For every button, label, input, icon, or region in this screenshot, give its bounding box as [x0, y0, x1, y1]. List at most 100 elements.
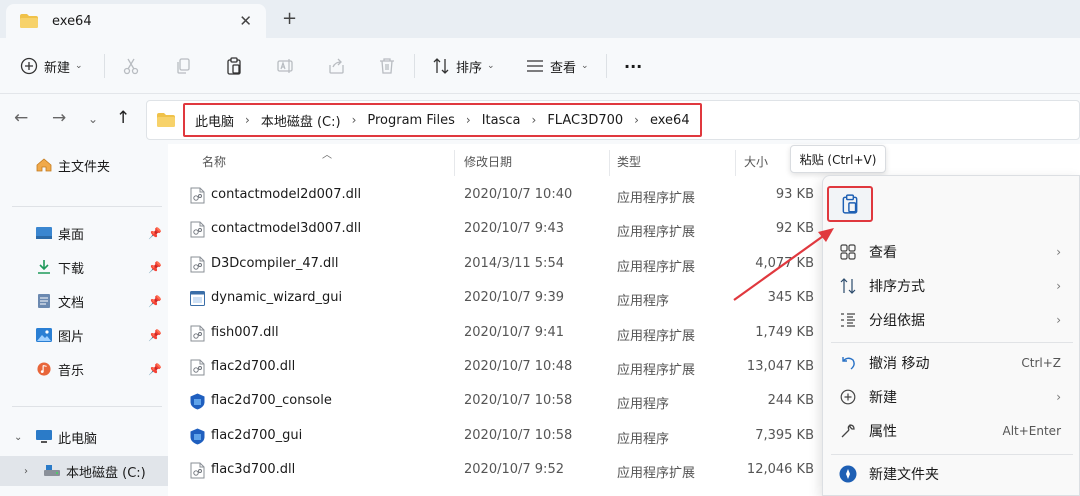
column-header-name[interactable]: 名称: [202, 144, 226, 178]
menu-item-sort-by[interactable]: 排序方式 ›: [823, 269, 1080, 303]
cut-button[interactable]: [122, 52, 140, 80]
command-bar: 新建 ⌄ 排序 ⌄ 查看 ⌄ ···: [0, 38, 1080, 94]
pin-icon: 📌: [148, 328, 162, 342]
file-name: D3Dcompiler_47.dll: [211, 255, 339, 271]
file-name: fish007.dll: [211, 324, 279, 340]
sort-label: 排序: [456, 60, 483, 76]
paste-icon: [227, 57, 241, 75]
paste-button[interactable]: [827, 186, 873, 222]
menu-item-view[interactable]: 查看 ›: [823, 235, 1080, 269]
file-type: 应用程序扩展: [617, 225, 696, 241]
rename-button[interactable]: [277, 52, 295, 80]
chevron-right-icon: ›: [465, 113, 471, 127]
dll-icon: [190, 462, 205, 479]
view-label: 查看: [550, 60, 577, 76]
menu-item-undo-move[interactable]: 撤消 移动 Ctrl+Z: [823, 346, 1080, 380]
sidebar-item-music[interactable]: 音乐 📌: [0, 354, 168, 384]
chevron-down-icon: ⌄: [487, 61, 495, 71]
file-type: 应用程序扩展: [617, 259, 696, 275]
address-row: ← → ⌄ ↑ 此电脑 › 本地磁盘 (C:) › Program Files …: [0, 94, 1080, 144]
tab-bar: exe64 ✕ +: [0, 0, 1080, 38]
recent-chevron-icon[interactable]: ⌄: [88, 112, 98, 126]
breadcrumb-flac3d700[interactable]: FLAC3D700: [547, 113, 623, 128]
file-size: 93 KB: [775, 187, 814, 202]
delete-button[interactable]: [378, 52, 396, 80]
menu-item-properties[interactable]: 属性 Alt+Enter: [823, 414, 1080, 448]
file-type: 应用程序扩展: [617, 466, 696, 482]
up-arrow-icon[interactable]: ↑: [116, 108, 130, 128]
breadcrumb-this-pc[interactable]: 此电脑: [195, 111, 234, 130]
file-name: flac2d700_console: [211, 393, 332, 409]
sidebar-item-downloads[interactable]: 下载 📌: [0, 252, 168, 282]
sidebar-item-desktop[interactable]: 桌面 📌: [0, 218, 168, 248]
breadcrumb-program-files[interactable]: Program Files: [367, 113, 455, 128]
sort-icon: [839, 277, 857, 295]
file-name: contactmodel2d007.dll: [211, 187, 362, 202]
column-header-date[interactable]: 修改日期: [464, 144, 512, 178]
chevron-right-icon: ›: [1056, 279, 1061, 293]
copy-icon: [177, 58, 190, 74]
breadcrumb-itasca[interactable]: Itasca: [482, 113, 521, 128]
file-size: 13,047 KB: [746, 359, 814, 374]
menu-item-new-folder[interactable]: 新建文件夹: [823, 457, 1080, 491]
share-button[interactable]: [328, 52, 346, 80]
tab-exe64[interactable]: exe64 ✕: [6, 4, 266, 38]
sort-button[interactable]: 排序 ⌄: [432, 52, 495, 80]
sidebar-item-label: 此电脑: [58, 431, 98, 447]
back-arrow-icon[interactable]: ←: [14, 108, 28, 128]
menu-item-shortcut: Alt+Enter: [1002, 424, 1061, 438]
file-name: flac3d700.dll: [211, 462, 296, 478]
chevron-down-icon: ⌄: [581, 61, 589, 71]
column-header-size[interactable]: 大小: [744, 144, 768, 178]
sort-icon: [433, 58, 449, 74]
forward-arrow-icon[interactable]: →: [52, 108, 66, 128]
file-date: 2020/10/7 10:40: [464, 187, 573, 202]
copy-button[interactable]: [174, 52, 192, 80]
file-size: 1,749 KB: [755, 324, 814, 340]
more-options-button[interactable]: ···: [624, 52, 642, 80]
chevron-right-icon: ›: [351, 113, 357, 127]
picture-icon: [36, 328, 52, 342]
view-list-icon: [527, 60, 543, 72]
menu-item-group-by[interactable]: 分组依据 ›: [823, 303, 1080, 337]
paste-icon: [842, 194, 858, 214]
chevron-right-icon[interactable]: ›: [24, 466, 28, 477]
music-icon: [37, 362, 51, 376]
sort-ascending-icon: ︿: [322, 150, 332, 161]
file-name: flac2d700_gui: [211, 427, 303, 443]
new-tab-button[interactable]: +: [282, 8, 297, 29]
breadcrumb-exe64[interactable]: exe64: [650, 113, 690, 128]
file-type: 应用程序扩展: [617, 363, 696, 378]
new-folder-icon: [839, 465, 857, 483]
dll-icon: [190, 221, 205, 238]
sidebar-item-pictures[interactable]: 图片 📌: [0, 320, 168, 350]
sidebar-item-local-disk[interactable]: › 本地磁盘 (C:): [0, 456, 168, 486]
sidebar-item-this-pc[interactable]: ⌄ 此电脑: [0, 422, 168, 452]
menu-item-label: 查看: [869, 245, 897, 261]
new-button[interactable]: 新建 ⌄: [20, 52, 83, 80]
breadcrumb-local-disk[interactable]: 本地磁盘 (C:): [261, 111, 341, 130]
scissors-icon: [123, 58, 139, 75]
dll-icon: [190, 359, 205, 376]
wrench-icon: [839, 422, 857, 440]
desktop-icon: [36, 227, 52, 239]
chevron-right-icon: ›: [634, 113, 639, 127]
flac-icon: [190, 393, 205, 410]
chevron-down-icon[interactable]: ⌄: [14, 432, 22, 443]
close-tab-icon[interactable]: ✕: [239, 12, 252, 30]
annotation-arrow: [733, 228, 834, 301]
folder-icon: [157, 113, 175, 127]
view-button[interactable]: 查看 ⌄: [526, 52, 589, 80]
sidebar-item-label: 桌面: [58, 227, 85, 243]
address-bar[interactable]: 此电脑 › 本地磁盘 (C:) › Program Files › Itasca…: [146, 100, 1080, 140]
paste-button[interactable]: [225, 52, 243, 80]
sidebar-item-home[interactable]: 主文件夹: [0, 150, 168, 180]
navigation-pane: 主文件夹 桌面 📌 下载 📌 文档 📌 图片 📌 音乐 📌 ⌄ 此电脑 › 本地…: [0, 144, 168, 496]
menu-item-new[interactable]: 新建 ›: [823, 380, 1080, 414]
column-header-type[interactable]: 类型: [617, 144, 641, 178]
sidebar-item-label: 文档: [58, 295, 85, 311]
sidebar-item-documents[interactable]: 文档 📌: [0, 286, 168, 316]
file-type: 应用程序扩展: [617, 328, 696, 344]
paste-tooltip: 粘贴 (Ctrl+V): [790, 145, 886, 173]
add-circle-icon: [20, 57, 38, 75]
